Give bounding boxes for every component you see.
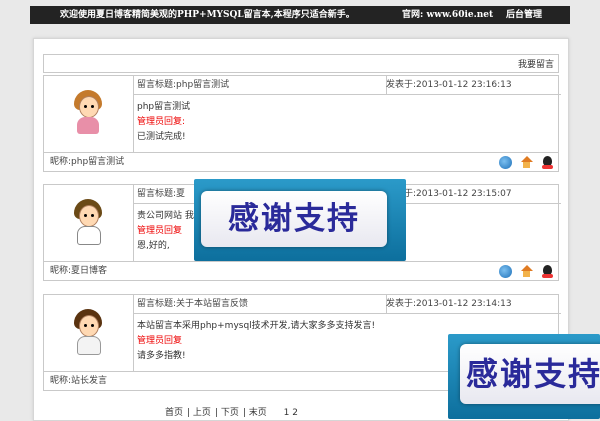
admin-link[interactable]: 后台管理	[506, 6, 542, 24]
web-icon[interactable]	[499, 156, 512, 169]
avatar-cell	[44, 76, 134, 152]
web-icon[interactable]	[499, 265, 512, 278]
avatar-cell	[44, 185, 134, 261]
message-content: php留言测试	[137, 102, 191, 112]
avatar	[72, 90, 104, 136]
message-card: 留言标题:php留言测试 发表于:2013-01-12 23:16:13 php…	[43, 75, 561, 172]
header-bar: 欢迎使用夏日博客精简美观的PHP+MYSQL留言本,本程序只适合新手。 官网: …	[30, 6, 570, 24]
next-page-link[interactable]: 下页	[221, 408, 239, 418]
message-title: 留言标题:关于本站留言反馈	[133, 295, 387, 314]
message-time: 发表于:2013-01-12 23:16:13	[383, 76, 561, 95]
avatar-cell	[44, 295, 134, 371]
post-bar: 我要留言	[43, 54, 559, 73]
message-body: php留言测试 管理员回复: 已测试完成!	[134, 95, 557, 156]
prev-page-link[interactable]: 上页	[193, 408, 211, 418]
message-title: 留言标题:php留言测试	[133, 76, 387, 95]
thanks-banner-text: 感谢支持	[201, 191, 387, 247]
pagination: 首页 | 上页 | 下页 | 末页 1 2	[165, 408, 298, 418]
post-message-link[interactable]: 我要留言	[518, 57, 554, 70]
message-footer: 昵称:夏日博客	[44, 261, 558, 281]
home-icon[interactable]	[520, 265, 533, 278]
message-time: 发表于:2013-01-12 23:14:13	[383, 295, 561, 314]
qq-icon[interactable]	[541, 156, 554, 169]
admin-reply-text: 已测试完成!	[137, 132, 186, 142]
thanks-banner[interactable]: 感谢支持	[194, 179, 406, 261]
last-page-link[interactable]: 末页	[249, 408, 267, 418]
first-page-link[interactable]: 首页	[165, 408, 183, 418]
avatar	[72, 199, 104, 245]
avatar	[72, 309, 104, 355]
thanks-banner[interactable]: 感谢支持	[448, 334, 600, 419]
welcome-text: 欢迎使用夏日博客精简美观的PHP+MYSQL留言本,本程序只适合新手。	[60, 10, 355, 20]
page-numbers[interactable]: 1 2	[284, 408, 298, 418]
nickname: 昵称:夏日博客	[50, 266, 108, 276]
thanks-banner-text: 感谢支持	[460, 344, 600, 404]
message-footer: 昵称:php留言测试	[44, 152, 558, 172]
message-content: 本站留言本采用php+mysql技术开发,请大家多多支持发言!	[137, 321, 376, 331]
home-icon[interactable]	[520, 156, 533, 169]
admin-reply-label: 管理员回复:	[137, 117, 186, 127]
nickname: 昵称:站长发言	[50, 376, 108, 386]
message-time: 发表于:2013-01-12 23:15:07	[383, 185, 561, 204]
official-site-link[interactable]: 官网: www.60ie.net	[402, 6, 493, 24]
qq-icon[interactable]	[541, 265, 554, 278]
nickname: 昵称:php留言测试	[50, 157, 125, 167]
